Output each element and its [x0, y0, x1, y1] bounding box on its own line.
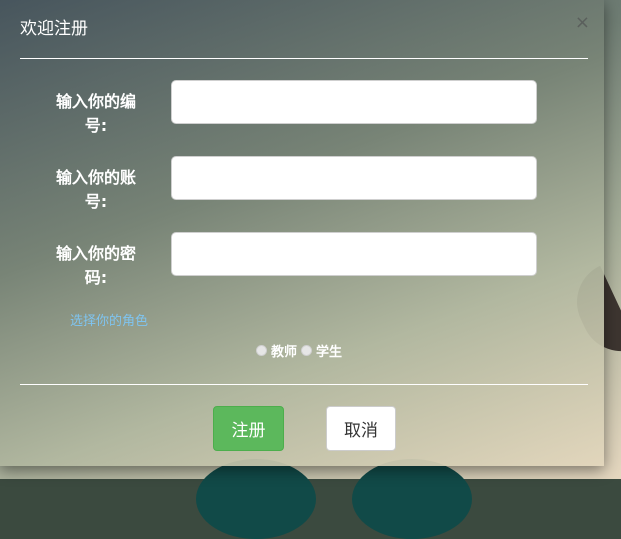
form-row-account: 输入你的账 号: [0, 156, 604, 211]
account-label-line1: 输入你的账 [55, 168, 136, 187]
form-row-id: 输入你的编 号: [0, 80, 604, 135]
account-label: 输入你的账 号: [46, 166, 146, 214]
id-input[interactable] [171, 80, 537, 124]
background-shape [196, 459, 316, 539]
role-option-label: 学生 [316, 344, 343, 360]
form-row-password: 输入你的密 码: [0, 232, 604, 287]
role-hint: 选择你的角色 [70, 314, 149, 329]
background-shape [352, 459, 472, 539]
cancel-button[interactable]: 取消 [326, 406, 396, 451]
register-button[interactable]: 注册 [213, 406, 284, 451]
footer-divider [20, 384, 588, 385]
modal-title: 欢迎注册 [20, 19, 88, 39]
id-label: 输入你的编 号: [46, 90, 146, 138]
role-option-teacher[interactable]: 教师 [256, 341, 297, 360]
radio-icon[interactable] [256, 344, 267, 356]
radio-icon[interactable] [301, 344, 313, 356]
role-radio-group: 教师 学生 [256, 340, 346, 360]
account-label-line2: 号: [84, 192, 108, 211]
account-input[interactable] [171, 156, 537, 200]
role-option-label: 教师 [271, 344, 298, 360]
password-label-line2: 码: [84, 268, 108, 287]
id-label-line2: 号: [84, 116, 108, 135]
register-modal: 欢迎注册 × 输入你的编 号: 输入你的账 号: 输入你的密 码: 选择你的角色… [0, 0, 604, 466]
password-label: 输入你的密 码: [46, 242, 146, 290]
id-label-line1: 输入你的编 [55, 92, 136, 111]
role-option-student[interactable]: 学生 [301, 341, 342, 360]
password-label-line1: 输入你的密 [55, 244, 136, 263]
close-icon[interactable]: × [575, 12, 590, 34]
password-input[interactable] [171, 232, 537, 276]
header-divider [20, 58, 588, 59]
